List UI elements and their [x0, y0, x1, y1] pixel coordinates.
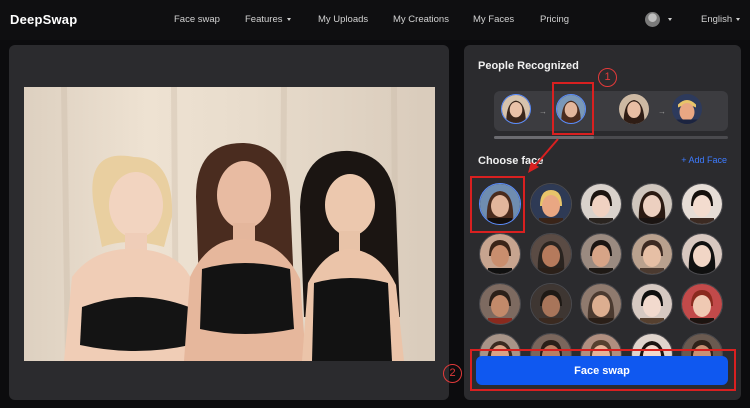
- nav-pricing[interactable]: Pricing: [540, 14, 569, 25]
- face-thumbnail-1: [480, 184, 520, 224]
- add-face-link[interactable]: + Add Face: [681, 155, 727, 165]
- arrow-right-icon: →: [658, 107, 666, 116]
- face-thumbnail-11: [480, 284, 520, 324]
- face-thumbnail-5: [682, 184, 722, 224]
- face-option-2[interactable]: [529, 183, 572, 225]
- face-thumbnail-9: [631, 234, 672, 274]
- uploaded-photo: [24, 87, 435, 361]
- face-thumbnail-15: [682, 284, 722, 324]
- face-thumbnail-12: [530, 284, 571, 324]
- face-option-9[interactable]: [630, 233, 673, 275]
- nav-my-uploads[interactable]: My Uploads: [318, 14, 368, 25]
- nav-my-creations[interactable]: My Creations: [393, 14, 449, 25]
- face-thumbnail-14: [631, 284, 672, 324]
- target-face-1[interactable]: [556, 94, 586, 124]
- face-option-12[interactable]: [529, 283, 572, 325]
- language-selector[interactable]: English: [701, 14, 741, 25]
- face-thumbnail-8: [581, 234, 621, 274]
- detected-face-2[interactable]: [619, 94, 649, 124]
- face-swap-button[interactable]: Face swap: [476, 356, 728, 385]
- face-thumbnail-10: [682, 234, 722, 274]
- step-marker-1: 1: [598, 68, 617, 87]
- face-option-5[interactable]: [681, 183, 723, 225]
- annotation-arrow: [528, 138, 559, 173]
- chevron-down-icon: [286, 18, 291, 21]
- face-library-grid: [478, 182, 730, 367]
- face-thumbnail-6: [480, 234, 520, 274]
- face-option-14[interactable]: [630, 283, 673, 325]
- top-navigation: DeepSwap Face swap Features My Uploads M…: [0, 0, 750, 40]
- logo[interactable]: DeepSwap: [10, 12, 77, 27]
- photo-illustration: [61, 87, 404, 361]
- face-option-10[interactable]: [681, 233, 723, 275]
- face-option-4[interactable]: [630, 183, 673, 225]
- people-recognized-title: People Recognized: [478, 60, 579, 72]
- step-marker-2: 2: [443, 364, 462, 383]
- face-thumbnail-4: [631, 184, 672, 224]
- face-option-15[interactable]: [681, 283, 723, 325]
- face-thumbnail-7: [530, 234, 571, 274]
- nav-my-faces[interactable]: My Faces: [473, 14, 514, 25]
- face-thumbnail-3: [581, 184, 621, 224]
- target-face-2[interactable]: [672, 94, 702, 124]
- face-option-1[interactable]: [479, 183, 521, 225]
- nav-features[interactable]: Features: [245, 14, 291, 25]
- arrow-right-icon: →: [539, 107, 547, 116]
- face-option-3[interactable]: [580, 183, 622, 225]
- face-thumbnail-2: [530, 184, 571, 224]
- chevron-down-icon: [736, 18, 741, 21]
- face-option-8[interactable]: [580, 233, 622, 275]
- face-option-7[interactable]: [529, 233, 572, 275]
- face-thumbnail-13: [581, 284, 621, 324]
- user-avatar-icon[interactable]: [645, 12, 660, 27]
- preview-panel: [9, 45, 449, 400]
- face-selection-panel: People Recognized → → Choose face + Add …: [464, 45, 741, 400]
- language-label: English: [701, 14, 733, 25]
- face-option-11[interactable]: [479, 283, 521, 325]
- nav-face-swap[interactable]: Face swap: [174, 14, 220, 25]
- detected-face-1[interactable]: [501, 94, 531, 124]
- face-option-13[interactable]: [580, 283, 622, 325]
- nav-features-label: Features: [245, 14, 283, 25]
- chevron-down-icon[interactable]: [668, 18, 672, 21]
- face-option-6[interactable]: [479, 233, 521, 275]
